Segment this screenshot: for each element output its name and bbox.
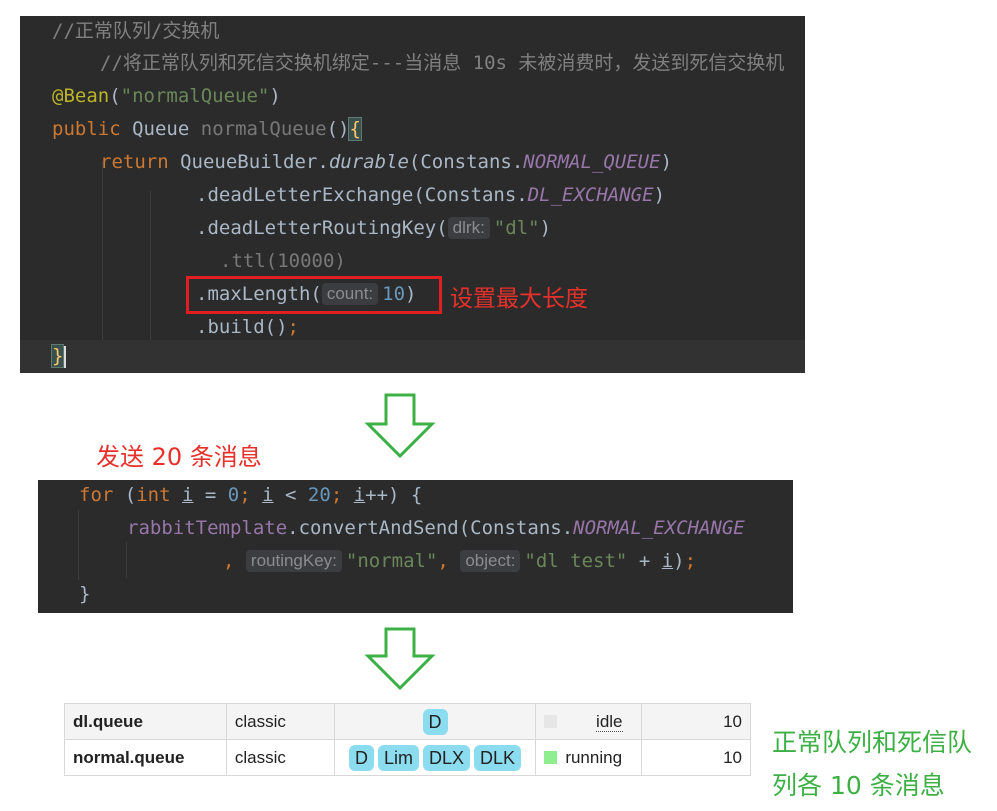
current-line-highlight [20, 340, 805, 373]
queue-features: D Lim DLX DLK [333, 739, 537, 776]
note-send-messages: 发送 20 条消息 [96, 443, 262, 471]
feature-badge[interactable]: D [349, 744, 374, 771]
queue-message-count: 10 [641, 739, 751, 776]
code2-line-2: rabbitTemplate.convertAndSend(Constans.N… [127, 517, 745, 539]
queue-message-count: 10 [641, 703, 751, 740]
note-result-line2: 列各 10 条消息 [772, 771, 945, 800]
feature-badge[interactable]: D [422, 708, 448, 735]
queue-features: D [333, 703, 537, 740]
queue-type: classic [225, 739, 335, 776]
state-label: idle [596, 711, 623, 732]
down-arrow-icon [364, 393, 436, 459]
param-hint-routingkey: routingKey: [245, 550, 342, 572]
code-line-7: .deadLetterRoutingKey(dlrk: "dl") [196, 217, 552, 239]
highlight-box-maxlength [186, 276, 442, 314]
code2-line-4: } [79, 583, 91, 605]
text-caret [64, 346, 66, 368]
table-row-dl-queue[interactable]: dl.queue classic D idle 10 [64, 703, 751, 740]
code-line-10: .build(); [196, 316, 299, 338]
indent-guide [102, 161, 103, 361]
feature-badge[interactable]: Lim [378, 744, 420, 771]
feature-badge[interactable]: DLK [474, 744, 522, 771]
code2-line-1: for (int i = 0; i < 20; i++) { [79, 484, 423, 506]
state-indicator-icon [544, 750, 558, 764]
code-line-4: public Queue normalQueue(){ [52, 117, 362, 141]
code-line-5: return QueueBuilder.durable(Constans.NOR… [100, 151, 673, 173]
queue-type: classic [225, 703, 335, 740]
code-line-2: //将正常队列和死信交换机绑定---当消息 10s 未被消费时，发送到死信交换机 [100, 52, 785, 74]
queue-state: running [535, 739, 643, 776]
state-label: running [565, 747, 623, 767]
code-line-8: .ttl(10000) [220, 250, 346, 272]
code-line-3: @Bean("normalQueue") [52, 85, 281, 107]
state-indicator-icon [544, 714, 558, 728]
queue-state: idle [535, 703, 643, 740]
indent-guide [78, 510, 79, 580]
param-hint-object: object: [460, 550, 521, 572]
queue-name[interactable]: dl.queue [64, 703, 227, 740]
indent-guide [126, 542, 127, 578]
note-result-line1: 正常队列和死信队 [772, 728, 973, 757]
code-editor-queue-config[interactable]: //正常队列/交换机 //将正常队列和死信交换机绑定---当消息 10s 未被消… [20, 16, 805, 373]
code2-line-3: , routingKey: "normal", object: "dl test" … [223, 550, 697, 572]
send-call: .convertAndSend(Constans. [287, 517, 574, 539]
feature-badge[interactable]: DLX [423, 744, 471, 771]
down-arrow-icon [364, 627, 436, 691]
param-hint-dlrk: dlrk: [447, 217, 490, 239]
code-line-6: .deadLetterExchange(Constans.DL_EXCHANGE… [196, 184, 666, 206]
indent-guide [150, 191, 151, 361]
code-line-1: //正常队列/交换机 [52, 20, 220, 42]
table-row-normal-queue[interactable]: normal.queue classic D Lim DLX DLK running … [64, 739, 751, 776]
queue-table: dl.queue classic D idle 10 normal.queue … [64, 703, 751, 776]
code-line-11: } [50, 344, 65, 368]
code-editor-send-loop[interactable]: for (int i = 0; i < 20; i++) { rabbitTem… [38, 480, 793, 613]
queue-name[interactable]: normal.queue [64, 739, 227, 776]
note-max-length: 设置最大长度 [450, 286, 588, 312]
